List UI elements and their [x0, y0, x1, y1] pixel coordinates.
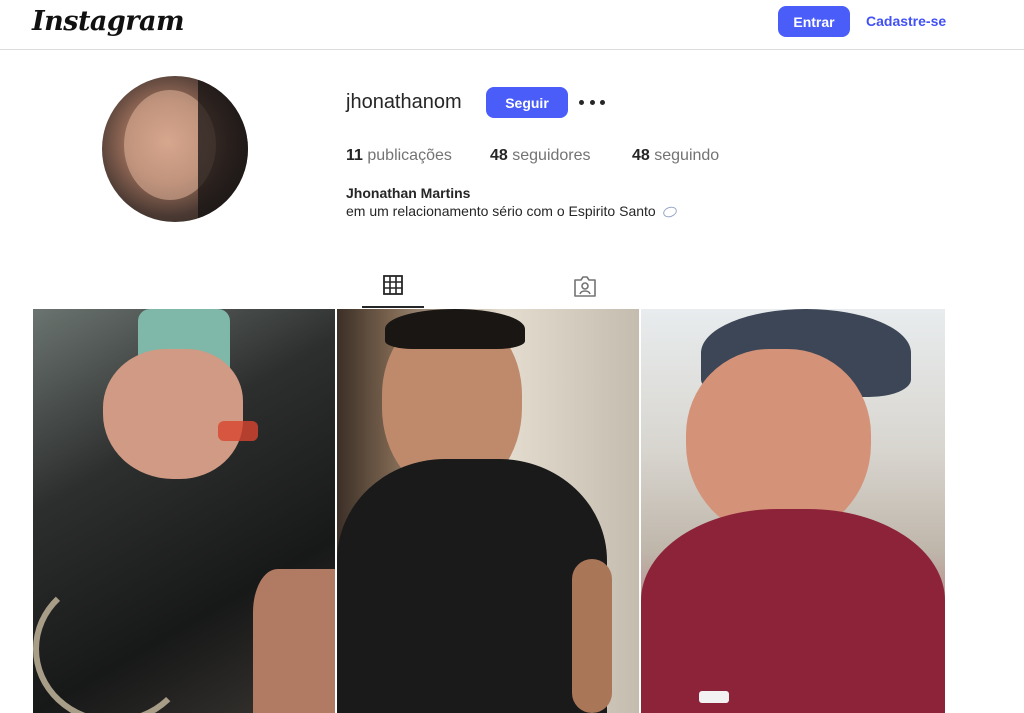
tab-tagged[interactable] — [554, 270, 616, 308]
followers-count: 48 — [490, 147, 508, 164]
posts-stat: 11 publicações — [346, 147, 452, 165]
post-thumbnail[interactable] — [641, 309, 945, 713]
followers-stat[interactable]: 48 seguidores — [490, 147, 591, 165]
following-count: 48 — [632, 147, 650, 164]
login-button[interactable]: Entrar — [778, 6, 850, 37]
profile-bio: em um relacionamento sério com o Espirit… — [346, 203, 678, 220]
grid-icon — [383, 275, 403, 295]
signup-link[interactable]: Cadastre-se — [866, 13, 946, 29]
more-options-icon[interactable] — [579, 92, 605, 112]
follow-button[interactable]: Seguir — [486, 87, 568, 118]
posts-label: publicações — [367, 147, 452, 164]
top-navigation-bar: Instagram Entrar Cadastre-se — [0, 0, 1024, 50]
following-label: seguindo — [654, 147, 720, 164]
posts-grid — [33, 309, 945, 713]
profile-avatar — [102, 76, 248, 222]
post-thumbnail[interactable] — [337, 309, 639, 713]
avatar-shadow — [198, 76, 248, 222]
following-stat[interactable]: 48 seguindo — [632, 147, 719, 165]
bio-text: em um relacionamento sério com o Espirit… — [346, 203, 656, 219]
posts-count: 11 — [346, 147, 363, 164]
profile-full-name: Jhonathan Martins — [346, 185, 471, 201]
followers-label: seguidores — [512, 147, 591, 164]
profile-username: jhonathanom — [346, 91, 462, 113]
ring-emoji-icon — [661, 205, 678, 220]
tagged-icon — [574, 276, 596, 297]
post-thumbnail[interactable] — [33, 309, 335, 713]
tab-posts[interactable] — [362, 270, 424, 308]
instagram-logo[interactable]: Instagram — [32, 6, 185, 37]
